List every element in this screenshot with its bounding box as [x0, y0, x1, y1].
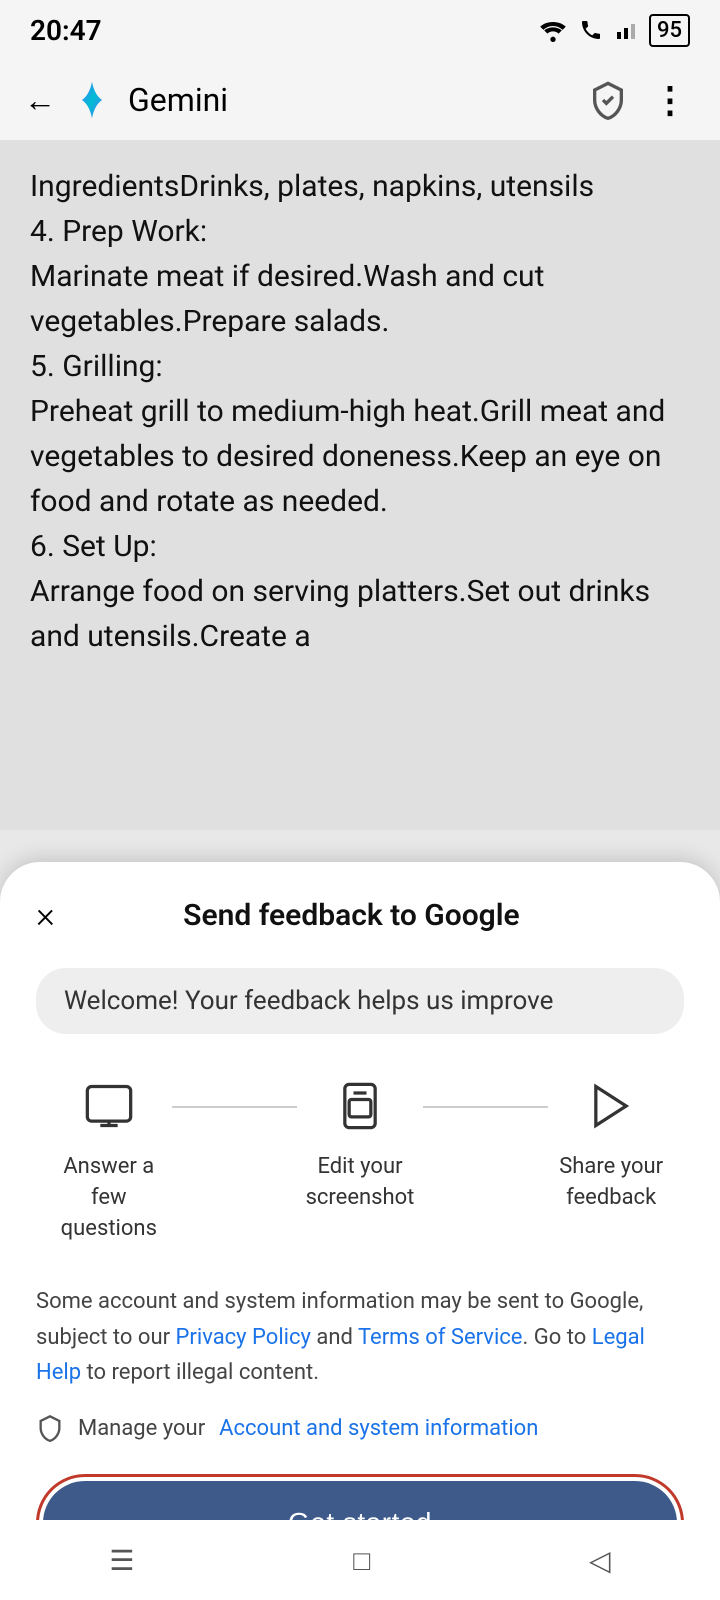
nav-home-icon[interactable]: □: [353, 1544, 370, 1577]
terms-link[interactable]: Terms of Service: [358, 1325, 523, 1350]
app-bar: ← Gemini ⋮: [0, 60, 720, 140]
step-screenshot: Edit your screenshot: [297, 1074, 423, 1214]
feedback-bottom-sheet: × Send feedback to Google Welcome! Your …: [0, 862, 720, 1600]
shield-icon[interactable]: [588, 80, 628, 120]
steps-container: Answer a few questions Edit your screens…: [36, 1074, 684, 1244]
gemini-logo-icon: [72, 80, 112, 120]
status-time: 20:47: [30, 14, 102, 47]
status-bar: 20:47 95: [0, 0, 720, 60]
step-answer-icon: [77, 1074, 141, 1138]
nav-back-icon[interactable]: ◁: [589, 1544, 611, 1577]
legal-text-2: . Go to: [522, 1325, 591, 1350]
signal-icon: [577, 18, 605, 42]
step-divider-1: [172, 1106, 298, 1108]
sheet-header: × Send feedback to Google: [36, 894, 684, 936]
chat-content: IngredientsDrinks, plates, napkins, uten…: [0, 140, 720, 830]
back-button[interactable]: ←: [24, 81, 56, 119]
welcome-badge: Welcome! Your feedback helps us improve: [36, 968, 684, 1034]
account-info-link[interactable]: Account and system information: [219, 1416, 538, 1441]
legal-and-text: and: [311, 1325, 358, 1350]
legal-text-3: to report illegal content.: [81, 1360, 319, 1385]
chat-text: IngredientsDrinks, plates, napkins, uten…: [30, 169, 665, 654]
account-row: Manage your Account and system informati…: [36, 1414, 684, 1442]
step-answer-label: Answer a few questions: [46, 1152, 172, 1244]
step-answer: Answer a few questions: [46, 1074, 172, 1244]
step-screenshot-label: Edit your screenshot: [297, 1152, 423, 1214]
nav-menu-icon[interactable]: ☰: [109, 1544, 134, 1577]
more-options-button[interactable]: ⋮: [644, 79, 696, 121]
app-title: Gemini: [128, 81, 572, 119]
sheet-title: Send feedback to Google: [75, 898, 628, 933]
legal-text: Some account and system information may …: [36, 1284, 684, 1390]
account-manage-text: Manage your: [78, 1416, 205, 1441]
wifi-icon: [537, 18, 569, 42]
status-icons: 95: [537, 14, 690, 47]
step-divider-2: [423, 1106, 549, 1108]
step-share-icon: [579, 1074, 643, 1138]
privacy-policy-link[interactable]: Privacy Policy: [176, 1325, 311, 1350]
close-button[interactable]: ×: [36, 894, 55, 936]
account-shield-icon: [36, 1414, 64, 1442]
step-share: Share your feedback: [548, 1074, 674, 1214]
step-share-label: Share your feedback: [548, 1152, 674, 1214]
network-icon: [613, 18, 641, 42]
bottom-sheet-overlay: × Send feedback to Google Welcome! Your …: [0, 780, 720, 1600]
navigation-bar: ☰ □ ◁: [0, 1520, 720, 1600]
step-screenshot-icon: [328, 1074, 392, 1138]
battery-indicator: 95: [649, 14, 690, 47]
